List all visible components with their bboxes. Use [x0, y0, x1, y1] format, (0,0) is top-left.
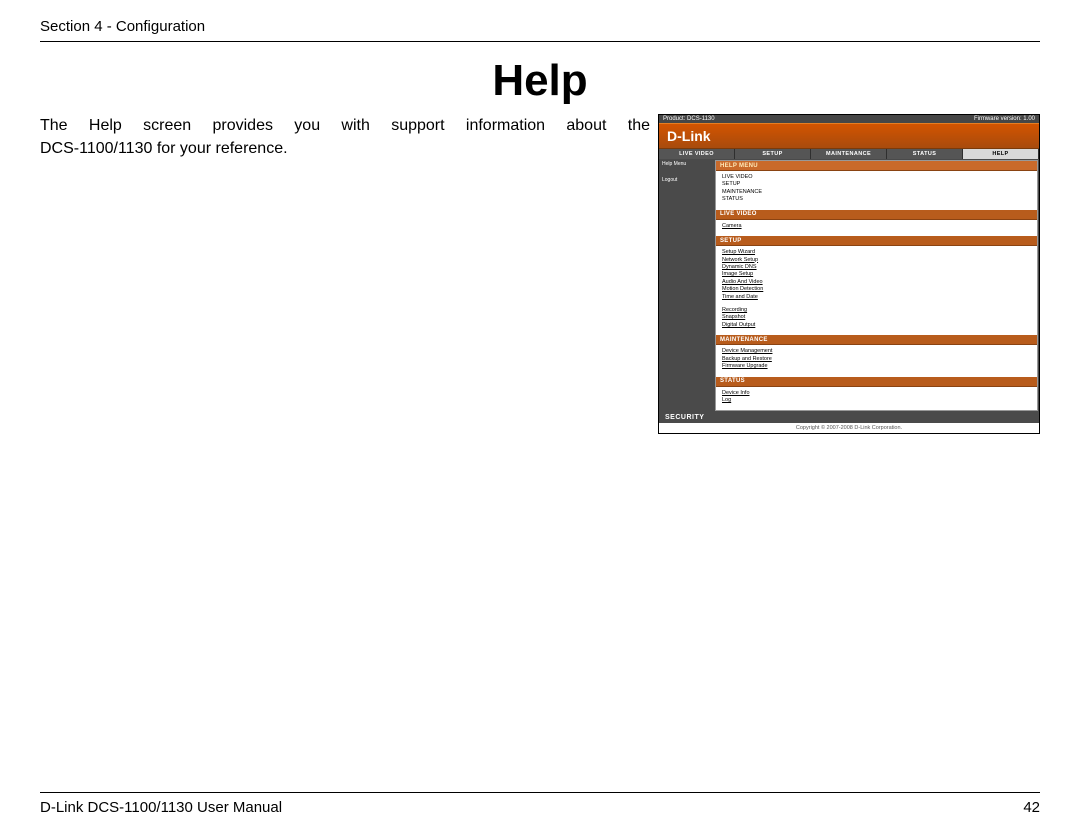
- ss-bottom-bar: SECURITY: [659, 412, 1039, 423]
- ss-main: HELP MENU LIVE VIDEO SETUP MAINTENANCE S…: [715, 160, 1038, 411]
- ss-tabs: LIVE VIDEO SETUP MAINTENANCE STATUS HELP: [659, 149, 1039, 159]
- help-menu-item: MAINTENANCE: [722, 189, 1031, 196]
- tab-status[interactable]: STATUS: [887, 149, 963, 159]
- group-header-help-menu: HELP MENU: [716, 161, 1037, 171]
- help-link[interactable]: Device Management: [722, 348, 1031, 355]
- page-title: Help: [40, 56, 1040, 106]
- ss-product: Product: DCS-1130: [663, 116, 715, 122]
- body-line-1: The Help screen provides you with suppor…: [40, 114, 650, 137]
- help-link[interactable]: Time and Date: [722, 294, 1031, 301]
- ss-product-label: Product:: [663, 116, 685, 122]
- help-link[interactable]: Dynamic DNS: [722, 264, 1031, 271]
- group-header-live-video: LIVE VIDEO: [716, 210, 1037, 220]
- help-link[interactable]: Log: [722, 397, 1031, 404]
- body-paragraph: The Help screen provides you with suppor…: [40, 114, 650, 160]
- help-menu-item: LIVE VIDEO: [722, 174, 1031, 181]
- help-link[interactable]: Network Setup: [722, 257, 1031, 264]
- sidebar-item-logout[interactable]: Logout: [662, 177, 712, 183]
- help-menu-item: SETUP: [722, 181, 1031, 188]
- help-menu-item: STATUS: [722, 196, 1031, 203]
- group-header-setup: SETUP: [716, 236, 1037, 246]
- tab-maintenance[interactable]: MAINTENANCE: [811, 149, 887, 159]
- ss-product-value: DCS-1130: [687, 116, 715, 122]
- tab-live-video[interactable]: LIVE VIDEO: [659, 149, 735, 159]
- group-header-maintenance: MAINTENANCE: [716, 335, 1037, 345]
- help-link[interactable]: Setup Wizard: [722, 249, 1031, 256]
- body-line-2: DCS-1100/1130 for your reference.: [40, 137, 650, 160]
- help-link[interactable]: Snapshot: [722, 314, 1031, 321]
- group-header-status: STATUS: [716, 377, 1037, 387]
- help-link[interactable]: Image Setup: [722, 271, 1031, 278]
- help-link[interactable]: Backup and Restore: [722, 356, 1031, 363]
- page-footer: D-Link DCS-1100/1130 User Manual 42: [40, 792, 1040, 816]
- help-link[interactable]: Firmware Upgrade: [722, 363, 1031, 370]
- footer-page-number: 42: [1023, 799, 1040, 816]
- tab-setup[interactable]: SETUP: [735, 149, 811, 159]
- ss-brand-logo: D-Link: [659, 123, 1039, 149]
- help-link[interactable]: Digital Output: [722, 322, 1031, 329]
- help-link[interactable]: Device Info: [722, 390, 1031, 397]
- sidebar-item-help-menu[interactable]: Help Menu: [662, 161, 712, 167]
- footer-manual-name: D-Link DCS-1100/1130 User Manual: [40, 799, 282, 816]
- ss-sidebar: Help Menu Logout: [659, 159, 715, 412]
- ss-copyright: Copyright © 2007-2008 D-Link Corporation…: [659, 423, 1039, 433]
- help-link-camera[interactable]: Camera: [722, 223, 1031, 230]
- tab-help[interactable]: HELP: [963, 149, 1039, 159]
- section-header: Section 4 - Configuration: [40, 18, 1040, 42]
- ss-firmware: Firmware version: 1.00: [974, 116, 1035, 122]
- embedded-screenshot: Product: DCS-1130 Firmware version: 1.00…: [658, 114, 1040, 434]
- help-link[interactable]: Motion Detection: [722, 286, 1031, 293]
- help-link[interactable]: Recording: [722, 307, 1031, 314]
- ss-topbar: Product: DCS-1130 Firmware version: 1.00: [659, 115, 1039, 123]
- help-link[interactable]: Audio And Video: [722, 279, 1031, 286]
